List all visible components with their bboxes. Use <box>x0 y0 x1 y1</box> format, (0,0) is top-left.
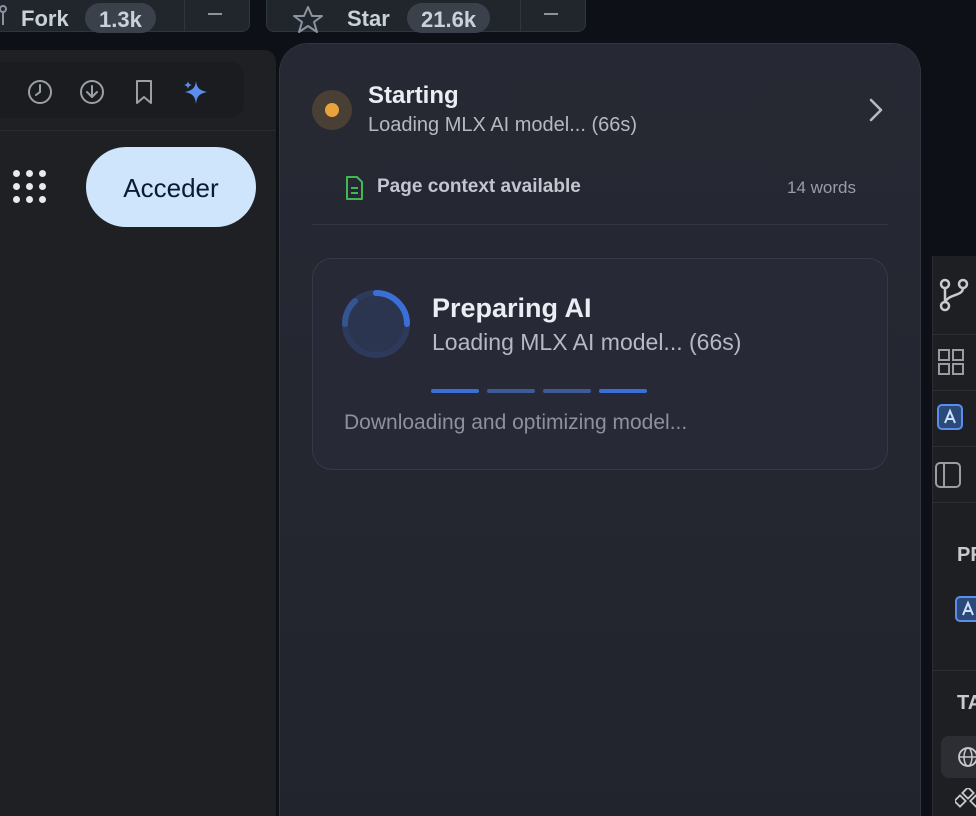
divider <box>933 446 976 447</box>
status-subtitle: Loading MLX AI model... (66s) <box>368 114 638 136</box>
status-dot <box>325 103 339 117</box>
fork-label: Fork <box>21 6 69 31</box>
page-context-label: Page context available <box>377 176 581 197</box>
bookmark-icon[interactable] <box>130 78 158 106</box>
section-heading: PR <box>957 544 976 566</box>
card-subtitle: Loading MLX AI model... (66s) <box>432 329 742 355</box>
history-icon[interactable] <box>26 78 54 106</box>
page-context-row[interactable]: Page context available 14 words <box>344 174 856 202</box>
progress-segment <box>487 389 535 393</box>
star-count: 21.6k <box>407 3 491 33</box>
star-icon <box>293 6 323 33</box>
app-store-icon[interactable] <box>955 596 976 622</box>
ide-sidebar: PR TA <box>932 256 976 816</box>
section-heading: TA <box>957 692 976 714</box>
fork-button-group[interactable]: Fork 1.3k <box>0 0 250 33</box>
app-store-icon[interactable] <box>937 404 963 430</box>
download-icon[interactable] <box>78 78 106 106</box>
component-icon[interactable] <box>955 788 976 814</box>
divider <box>933 502 976 503</box>
divider <box>933 670 976 671</box>
status-indicator <box>312 90 352 130</box>
divider <box>520 0 521 31</box>
sidebar-toggle-icon[interactable] <box>935 462 961 488</box>
chevron-down-icon[interactable] <box>208 13 222 15</box>
screen: Fork 1.3k Star 21.6k Acceder P TA Starti… <box>0 0 976 816</box>
ai-assistant-panel: Starting Loading MLX AI model... (66s) P… <box>280 44 920 816</box>
card-title: Preparing AI <box>432 293 592 323</box>
progress-segment <box>543 389 591 393</box>
progress-segment <box>599 389 647 393</box>
divider <box>0 130 276 131</box>
sign-in-button[interactable]: Acceder <box>86 147 256 227</box>
fork-count: 1.3k <box>85 3 156 33</box>
sparkle-icon[interactable] <box>182 78 210 106</box>
chevron-down-icon[interactable] <box>544 13 558 15</box>
progress-indicator <box>431 389 651 393</box>
loading-card: Preparing AI Loading MLX AI model... (66… <box>312 258 888 470</box>
branch-icon[interactable] <box>939 278 969 312</box>
grid-layout-icon[interactable] <box>937 348 965 376</box>
progress-segment <box>431 389 479 393</box>
star-button-group[interactable]: Star 21.6k <box>266 0 586 33</box>
card-footer: Downloading and optimizing model... <box>344 411 688 434</box>
globe-chip[interactable] <box>941 736 976 778</box>
document-icon <box>346 176 363 200</box>
status-title: Starting <box>368 82 459 109</box>
fork-icon <box>0 5 7 25</box>
divider <box>933 334 976 335</box>
divider <box>184 0 185 31</box>
chevron-right-icon[interactable] <box>864 96 888 124</box>
globe-icon <box>958 747 976 767</box>
word-count: 14 words <box>787 178 856 197</box>
browser-toolbar <box>0 62 244 118</box>
divider <box>312 224 888 225</box>
divider <box>933 390 976 391</box>
loading-spinner-icon <box>341 290 410 358</box>
browser-pane: Acceder <box>0 50 276 816</box>
apps-grid-icon[interactable] <box>13 170 47 204</box>
star-label: Star <box>347 6 390 31</box>
